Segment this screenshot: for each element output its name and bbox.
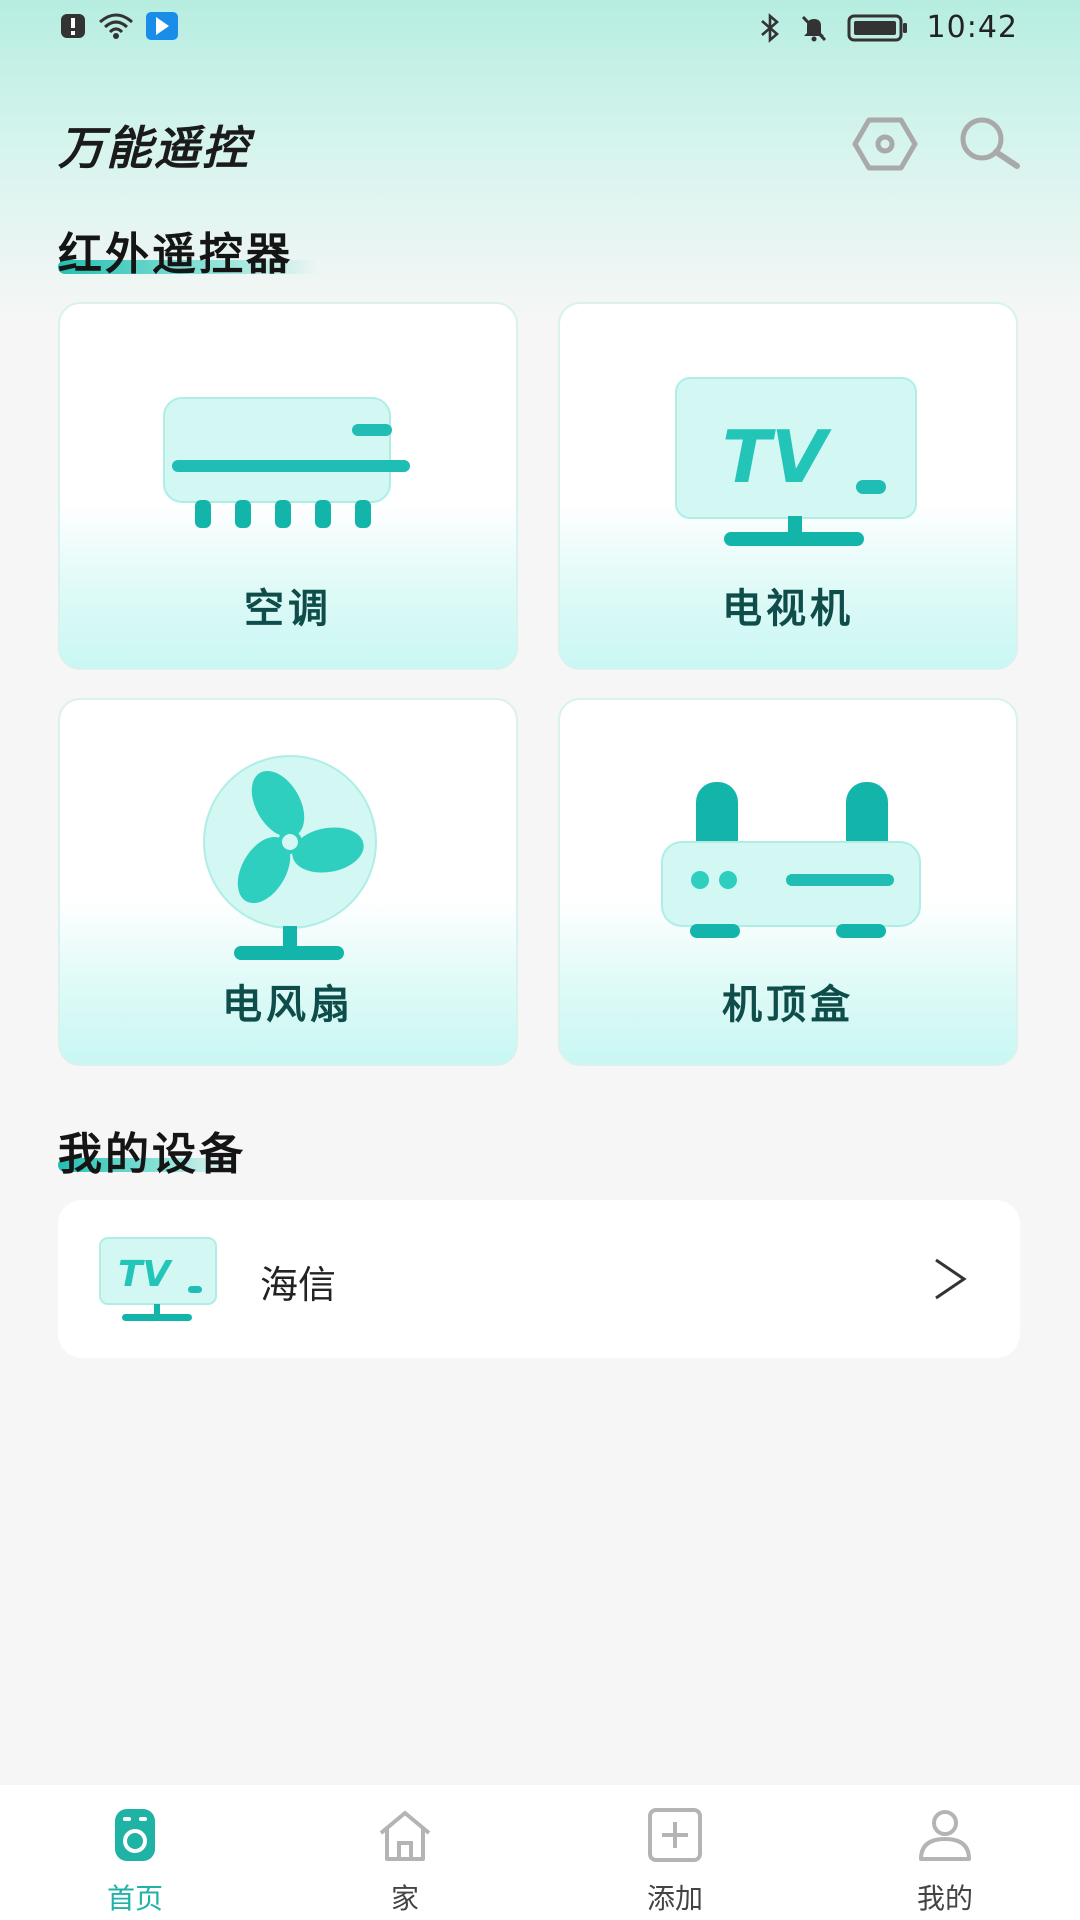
air-conditioner-icon [163,397,410,528]
nav-label: 我的 [916,1882,973,1915]
tv-logo-text: TV [722,415,832,499]
card-set-top-box[interactable]: 机顶盒 [558,698,1018,1066]
card-label: 空调 [244,586,332,632]
plus-square-icon [648,1808,702,1862]
wifi-icon [99,13,133,39]
set-top-box-icon [661,782,921,938]
card-tv[interactable]: TV 电视机 [558,302,1018,670]
chevron-right-icon[interactable] [930,1256,970,1302]
tv-icon: TV [99,1237,217,1321]
nav-label: 添加 [646,1882,703,1915]
mute-bell-icon [801,15,826,41]
app-title: 万能遥控 [58,121,250,175]
scan-hexagon-icon[interactable] [852,114,918,174]
card-label: 电风扇 [222,982,354,1028]
battery-icon [847,14,907,41]
devices-section-title: 我的设备 [58,1129,246,1180]
fan-icon [203,755,377,960]
house-icon [379,1811,431,1861]
remote-home-icon [115,1809,155,1861]
nav-item-home[interactable]: 首页 [0,1785,270,1920]
card-fan[interactable]: 电风扇 [58,698,518,1066]
nav-label: 家 [390,1882,419,1915]
status-bar: 10:42 [0,0,1080,60]
device-name: 海信 [260,1263,337,1307]
app-notification-icon [146,12,178,40]
ir-section-title: 红外遥控器 [58,229,293,280]
user-icon [919,1810,971,1861]
status-time: 10:42 [926,10,1018,45]
alert-notification-icon [61,14,85,38]
card-air-conditioner[interactable]: 空调 [58,302,518,670]
nav-item-add[interactable]: 添加 [540,1785,810,1920]
nav-item-family[interactable]: 家 [270,1785,540,1920]
card-label: 电视机 [722,586,854,632]
search-icon[interactable] [955,114,1021,174]
bluetooth-icon [760,12,779,43]
nav-item-profile[interactable]: 我的 [810,1785,1080,1920]
bottom-nav: 首页 家 添加 我的 [0,1785,1080,1920]
tv-icon: TV [675,377,917,546]
card-label: 机顶盒 [722,982,854,1028]
nav-label: 首页 [106,1882,163,1915]
device-row-hisense[interactable]: TV 海信 [58,1200,1020,1358]
tv-logo-text: TV [118,1254,174,1295]
